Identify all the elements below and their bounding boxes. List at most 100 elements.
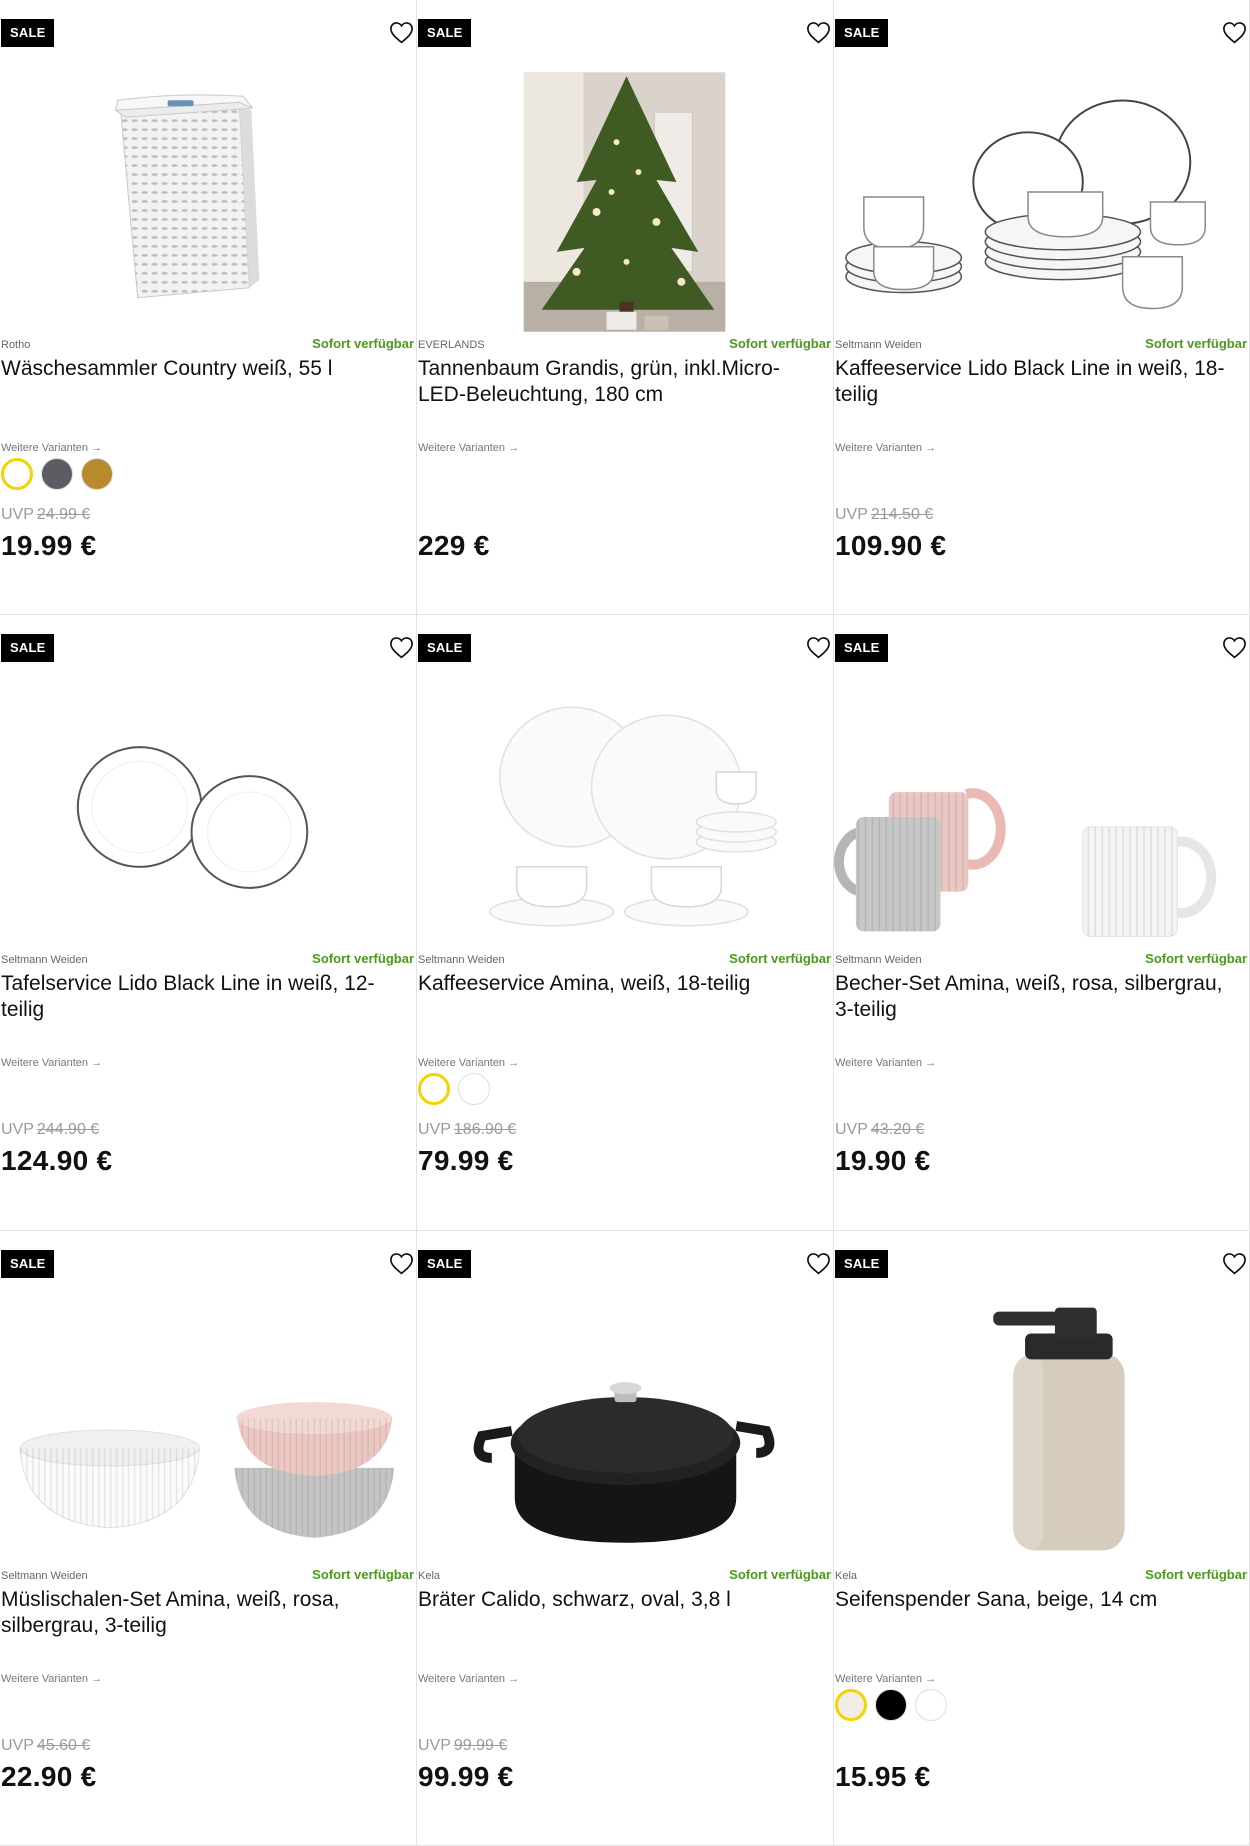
wishlist-heart-icon[interactable] (389, 1252, 414, 1275)
more-variants-link[interactable]: Weitere Varianten → (835, 1673, 936, 1685)
original-price: 24.99 € (36, 506, 91, 523)
sale-price: 15.95 € (835, 1761, 931, 1792)
availability-label: Sofort verfügbar (312, 336, 414, 351)
product-title[interactable]: Wäschesammler Country weiß, 55 l (1, 356, 401, 382)
product-title[interactable]: Tafelservice Lido Black Line in weiß, 12… (1, 971, 401, 1023)
availability-label: Sofort verfügbar (312, 951, 414, 966)
sale-badge: SALE (418, 19, 472, 47)
color-swatch[interactable] (835, 1689, 867, 1721)
product-card[interactable]: SALE Seltmann Weiden Sofort verfügbar Mü… (0, 1231, 417, 1846)
product-image-dinner-plates[interactable] (0, 677, 416, 949)
product-title[interactable]: Bräter Calido, schwarz, oval, 3,8 l (418, 1587, 818, 1613)
more-variants-link[interactable]: Weitere Varianten → (1, 1673, 102, 1685)
color-swatch[interactable] (875, 1689, 907, 1721)
product-brand: Seltmann Weiden (835, 339, 922, 351)
sale-badge: SALE (1, 1250, 55, 1278)
product-brand: Kela (835, 1570, 858, 1582)
product-brand: Seltmann Weiden (835, 954, 922, 966)
uvp-price: UVP 43.20 € (835, 1121, 924, 1139)
more-variants-link[interactable]: Weitere Varianten → (1, 1057, 102, 1069)
product-brand: EVERLANDS (418, 339, 485, 351)
color-swatch[interactable] (1, 458, 33, 490)
availability-label: Sofort verfügbar (312, 1567, 414, 1582)
sale-badge: SALE (418, 634, 472, 662)
more-variants-link[interactable]: Weitere Varianten → (418, 1057, 519, 1069)
wishlist-heart-icon[interactable] (806, 1252, 831, 1275)
color-swatches (835, 1689, 947, 1721)
product-card[interactable]: SALE Kela Sofort verfügbar Bräter Calido… (417, 1231, 834, 1846)
product-image-bowl-set[interactable] (0, 1293, 416, 1565)
color-swatches (1, 458, 113, 490)
uvp-label: UVP (835, 506, 868, 523)
wishlist-heart-icon[interactable] (806, 21, 831, 44)
product-card[interactable]: SALE Rotho Sofort verfügbar Wäschesammle… (0, 0, 417, 615)
product-image-christmas-tree[interactable] (417, 62, 833, 334)
original-price: 45.60 € (36, 1737, 91, 1754)
sale-badge: SALE (835, 634, 889, 662)
product-card[interactable]: SALE Seltmann Weiden Sofort verfügbar Ta… (0, 615, 417, 1231)
uvp-label: UVP (418, 1121, 451, 1138)
product-brand: Rotho (1, 339, 31, 351)
sale-badge: SALE (835, 1250, 889, 1278)
sale-price: 79.99 € (418, 1145, 514, 1176)
more-variants-link[interactable]: Weitere Varianten → (1, 442, 102, 454)
color-swatch[interactable] (458, 1073, 490, 1105)
availability-label: Sofort verfügbar (1145, 1567, 1247, 1582)
sale-badge: SALE (835, 19, 889, 47)
uvp-price: UVP 186.90 € (418, 1121, 516, 1139)
sale-price: 229 € (418, 530, 490, 561)
uvp-price: UVP 214.50 € (835, 506, 933, 524)
product-grid: SALE Rotho Sofort verfügbar Wäschesammle… (0, 0, 1250, 1846)
product-card[interactable]: SALE EVERLANDS Sofort verfügbar Tannenba… (417, 0, 834, 615)
sale-price: 19.90 € (835, 1145, 931, 1176)
product-image-laundry-basket[interactable] (0, 62, 416, 334)
uvp-price: UVP 99.99 € (418, 1737, 507, 1755)
original-price: 214.50 € (870, 506, 934, 523)
wishlist-heart-icon[interactable] (806, 636, 831, 659)
availability-label: Sofort verfügbar (729, 1567, 831, 1582)
product-image-soap-dispenser[interactable] (834, 1293, 1249, 1565)
product-card[interactable]: SALE Seltmann Weiden Sofort verfügbar Ka… (834, 0, 1250, 615)
wishlist-heart-icon[interactable] (1222, 1252, 1247, 1275)
wishlist-heart-icon[interactable] (1222, 21, 1247, 44)
product-image-mug-set[interactable] (834, 677, 1249, 949)
more-variants-link[interactable]: Weitere Varianten → (418, 442, 519, 454)
product-title[interactable]: Kaffeeservice Lido Black Line in weiß, 1… (835, 356, 1235, 408)
sale-price: 22.90 € (1, 1761, 97, 1792)
product-card[interactable]: SALE Kela Sofort verfügbar Seifenspender… (834, 1231, 1250, 1846)
uvp-price: UVP 45.60 € (1, 1737, 90, 1755)
product-image-cast-iron-pot[interactable] (417, 1293, 833, 1565)
product-image-coffee-set-amina[interactable] (417, 677, 833, 949)
availability-label: Sofort verfügbar (729, 336, 831, 351)
sale-badge: SALE (1, 634, 55, 662)
product-title[interactable]: Kaffeeservice Amina, weiß, 18-teilig (418, 971, 818, 997)
product-brand: Kela (418, 1570, 441, 1582)
product-title[interactable]: Müslischalen-Set Amina, weiß, rosa, silb… (1, 1587, 401, 1639)
uvp-price: UVP 244.90 € (1, 1121, 99, 1139)
more-variants-link[interactable]: Weitere Varianten → (835, 1057, 936, 1069)
product-card[interactable]: SALE Seltmann Weiden Sofort verfügbar Be… (834, 615, 1250, 1231)
wishlist-heart-icon[interactable] (389, 636, 414, 659)
more-variants-link[interactable]: Weitere Varianten → (835, 442, 936, 454)
uvp-label: UVP (1, 506, 34, 523)
more-variants-link[interactable]: Weitere Varianten → (418, 1673, 519, 1685)
sale-price: 124.90 € (1, 1145, 113, 1176)
uvp-label: UVP (1, 1737, 34, 1754)
wishlist-heart-icon[interactable] (1222, 636, 1247, 659)
product-brand: Seltmann Weiden (1, 954, 88, 966)
sale-badge: SALE (418, 1250, 472, 1278)
product-brand: Seltmann Weiden (418, 954, 505, 966)
color-swatch[interactable] (81, 458, 113, 490)
color-swatch[interactable] (418, 1073, 450, 1105)
wishlist-heart-icon[interactable] (389, 21, 414, 44)
product-brand: Seltmann Weiden (1, 1570, 88, 1582)
color-swatch[interactable] (915, 1689, 947, 1721)
product-title[interactable]: Becher-Set Amina, weiß, rosa, silbergrau… (835, 971, 1235, 1023)
original-price: 43.20 € (870, 1121, 925, 1138)
product-title[interactable]: Tannenbaum Grandis, grün, inkl.Micro-LED… (418, 356, 818, 408)
product-title[interactable]: Seifenspender Sana, beige, 14 cm (835, 1587, 1235, 1613)
product-image-coffee-set-black-line[interactable] (834, 62, 1249, 334)
availability-label: Sofort verfügbar (1145, 336, 1247, 351)
product-card[interactable]: SALE Seltmann Weiden Sofort verfügbar Ka… (417, 615, 834, 1231)
color-swatch[interactable] (41, 458, 73, 490)
